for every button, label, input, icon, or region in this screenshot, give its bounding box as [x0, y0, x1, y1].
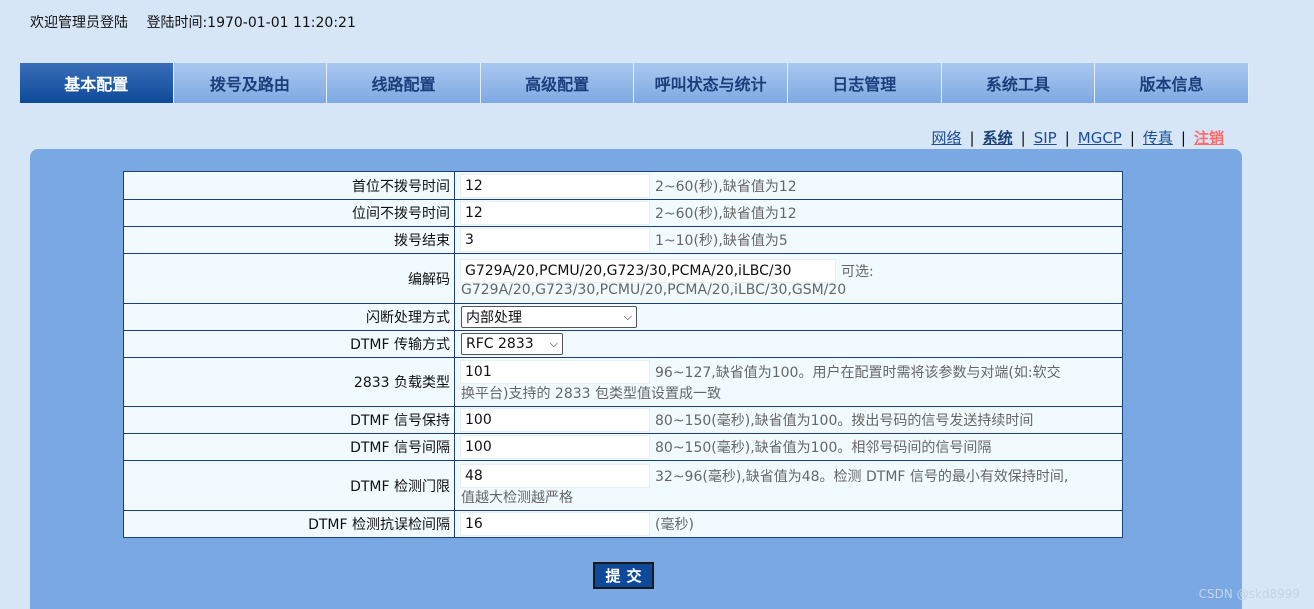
flash-handling-select[interactable]: 内部处理 ⌵ — [461, 306, 637, 328]
inter-digit-timeout-input[interactable] — [460, 201, 650, 225]
settings-table: 首位不拨号时间 2~60(秒),缺省值为12 位间不拨号时间 2~60(秒),缺… — [123, 171, 1123, 538]
field-label: DTMF 传输方式 — [123, 330, 455, 358]
subnav-fax[interactable]: 传真 — [1143, 129, 1173, 147]
field-hint: 80~150(毫秒),缺省值为100。相邻号码间的信号间隔 — [655, 440, 992, 456]
header-info: 欢迎管理员登陆 登陆时间:1970-01-01 11:20:21 — [30, 12, 370, 32]
codec-input[interactable] — [460, 258, 836, 283]
field-label: 首位不拨号时间 — [123, 171, 455, 200]
subnav-network[interactable]: 网络 — [932, 129, 962, 147]
field-label: DTMF 信号保持 — [123, 406, 455, 434]
field-hint: 可选: — [841, 263, 874, 280]
table-row: 首位不拨号时间 2~60(秒),缺省值为12 — [123, 171, 1123, 200]
nav-log-management[interactable]: 日志管理 — [787, 63, 942, 103]
dtmf-mode-select[interactable]: RFC 2833 ⌵ — [461, 333, 563, 355]
field-hint: 1~10(秒),缺省值为5 — [655, 233, 788, 249]
field-hint: 80~150(毫秒),缺省值为100。拨出号码的信号发送持续时间 — [655, 413, 1034, 429]
nav-advanced-config[interactable]: 高级配置 — [480, 63, 635, 103]
nav-basic-config[interactable]: 基本配置 — [20, 63, 174, 103]
field-label: 编解码 — [123, 253, 455, 304]
nav-version-info[interactable]: 版本信息 — [1095, 63, 1249, 103]
nav-call-status[interactable]: 呼叫状态与统计 — [634, 63, 788, 103]
nav-dial-routing[interactable]: 拨号及路由 — [173, 63, 328, 103]
table-row: DTMF 检测抗误检间隔 (毫秒) — [123, 510, 1123, 538]
field-hint: 32~96(毫秒),缺省值为48。检测 DTMF 信号的最小有效保持时间, — [655, 468, 1069, 485]
main-nav: 基本配置 拨号及路由 线路配置 高级配置 呼叫状态与统计 日志管理 系统工具 版… — [20, 63, 1249, 103]
chevron-down-icon: ⌵ — [623, 310, 632, 323]
field-label: DTMF 检测抗误检间隔 — [123, 510, 455, 538]
table-row: 编解码 可选: G729A/20,G723/30,PCMU/20,PCMA/20… — [123, 253, 1123, 304]
subnav-separator: | — [969, 129, 975, 147]
nav-line-config[interactable]: 线路配置 — [327, 63, 481, 103]
subnav-logout[interactable]: 注销 — [1194, 129, 1224, 147]
table-row: 2833 负载类型 96~127,缺省值为100。用户在配置时需将该参数与对端(… — [123, 357, 1123, 407]
table-row: DTMF 信号间隔 80~150(毫秒),缺省值为100。相邻号码间的信号间隔 — [123, 433, 1123, 461]
login-time-label: 登陆时间: — [146, 15, 208, 31]
subnav-sip[interactable]: SIP — [1034, 129, 1057, 147]
codec-options-hint: G729A/20,G723/30,PCMU/20,PCMA/20,iLBC/30… — [461, 281, 847, 298]
subnav-separator: | — [1180, 129, 1186, 147]
dtmf-threshold-input[interactable] — [460, 463, 650, 488]
dtmf-duration-input[interactable] — [460, 408, 650, 432]
dial-end-input[interactable] — [460, 228, 650, 252]
field-label: 2833 负载类型 — [123, 357, 455, 407]
sub-nav: 网络 | 系统 | SIP | MGCP | 传真 | 注销 — [932, 127, 1224, 148]
field-hint: 96~127,缺省值为100。用户在配置时需将该参数与对端(如:软交 — [655, 365, 1061, 381]
subnav-mgcp[interactable]: MGCP — [1078, 129, 1122, 147]
field-hint: (毫秒) — [655, 517, 694, 533]
payload-type-input[interactable] — [460, 360, 650, 384]
field-label: DTMF 信号间隔 — [123, 433, 455, 461]
table-row: DTMF 检测门限 32~96(毫秒),缺省值为48。检测 DTMF 信号的最小… — [123, 460, 1123, 511]
field-label: 位间不拨号时间 — [123, 199, 455, 227]
field-label: 拨号结束 — [123, 226, 455, 254]
dtmf-anti-false-interval-input[interactable] — [460, 512, 650, 536]
subnav-separator: | — [1064, 129, 1070, 147]
field-hint-continued: 换平台)支持的 2833 包类型值设置成一致 — [461, 386, 721, 402]
first-digit-timeout-input[interactable] — [460, 173, 650, 198]
selected-value: 内部处理 — [466, 310, 522, 326]
subnav-system[interactable]: 系统 — [983, 129, 1013, 147]
field-hint: 2~60(秒),缺省值为12 — [655, 206, 797, 222]
dtmf-interval-input[interactable] — [460, 435, 650, 459]
field-label: 闪断处理方式 — [123, 303, 455, 331]
field-hint-continued: 值越大检测越严格 — [461, 489, 573, 506]
submit-button[interactable]: 提交 — [593, 562, 654, 589]
selected-value: RFC 2833 — [466, 336, 534, 352]
login-time: 1970-01-01 11:20:21 — [207, 15, 356, 31]
subnav-separator: | — [1129, 129, 1135, 147]
table-row: 位间不拨号时间 2~60(秒),缺省值为12 — [123, 199, 1123, 227]
welcome-text: 欢迎管理员登陆 — [30, 15, 128, 31]
field-hint: 2~60(秒),缺省值为12 — [655, 178, 797, 195]
nav-system-tools[interactable]: 系统工具 — [941, 63, 1096, 103]
table-row: DTMF 信号保持 80~150(毫秒),缺省值为100。拨出号码的信号发送持续… — [123, 406, 1123, 434]
field-label: DTMF 检测门限 — [123, 460, 455, 511]
chevron-down-icon: ⌵ — [549, 337, 558, 350]
table-row: 闪断处理方式 内部处理 ⌵ — [123, 303, 1123, 331]
subnav-separator: | — [1020, 129, 1026, 147]
table-row: 拨号结束 1~10(秒),缺省值为5 — [123, 226, 1123, 254]
table-row: DTMF 传输方式 RFC 2833 ⌵ — [123, 330, 1123, 358]
watermark: CSDN @skd8999 — [1198, 587, 1300, 601]
